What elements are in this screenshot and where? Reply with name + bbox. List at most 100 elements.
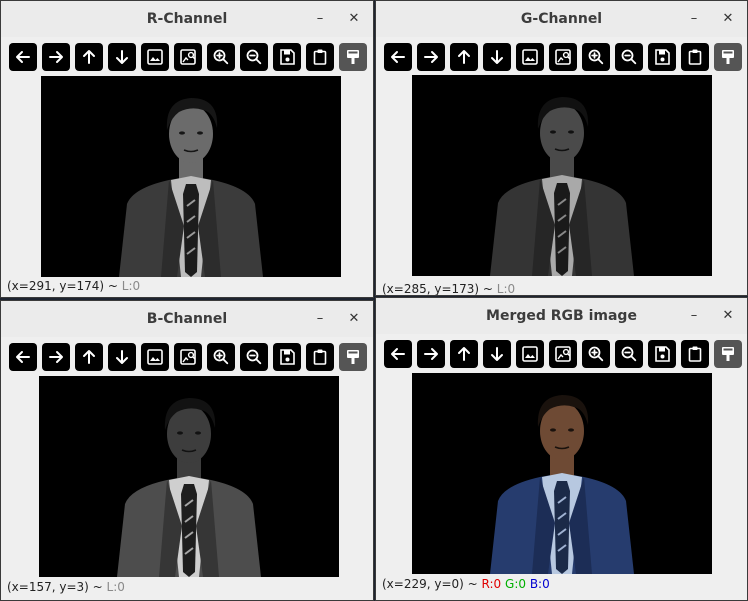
image-viewer[interactable]: [41, 76, 341, 277]
window-g-channel: G-Channel – ✕ (x=285, y=173) ~ L:0: [375, 0, 748, 296]
save-icon: [655, 49, 670, 65]
arrow-up-icon: [83, 350, 95, 364]
arrow-down-button[interactable]: [483, 43, 511, 71]
arrow-up-icon: [458, 347, 470, 361]
paint-brush-button[interactable]: [339, 43, 367, 71]
title-bar[interactable]: Merged RGB image – ✕: [376, 298, 747, 334]
arrow-right-icon: [49, 351, 63, 363]
arrow-left-button[interactable]: [9, 343, 37, 371]
image-viewer[interactable]: [39, 376, 339, 577]
close-button[interactable]: ✕: [717, 298, 739, 334]
image-viewer[interactable]: [412, 75, 712, 276]
save-icon: [280, 349, 295, 365]
zoom-in-icon: [213, 349, 229, 365]
portrait-image: [490, 395, 634, 574]
clipboard-button[interactable]: [681, 340, 709, 368]
zoom-out-button[interactable]: [240, 343, 268, 371]
image-button[interactable]: [141, 43, 169, 71]
save-button[interactable]: [648, 340, 676, 368]
zoom-out-icon: [246, 49, 262, 65]
image-search-button[interactable]: [174, 343, 202, 371]
arrow-right-icon: [424, 348, 438, 360]
arrow-down-button[interactable]: [483, 340, 511, 368]
save-icon: [655, 346, 670, 362]
arrow-up-button[interactable]: [450, 43, 478, 71]
image-search-button[interactable]: [549, 43, 577, 71]
zoom-in-button[interactable]: [582, 43, 610, 71]
status-bar: (x=229, y=0) ~ R:0 G:0 B:0: [382, 577, 550, 591]
arrow-right-button[interactable]: [417, 43, 445, 71]
arrow-up-button[interactable]: [75, 343, 103, 371]
save-button[interactable]: [648, 43, 676, 71]
image-search-button[interactable]: [174, 43, 202, 71]
image-icon: [522, 49, 538, 65]
arrow-down-button[interactable]: [108, 43, 136, 71]
clipboard-button[interactable]: [681, 43, 709, 71]
image-search-icon: [180, 49, 196, 65]
arrow-up-button[interactable]: [450, 340, 478, 368]
status-bar: (x=157, y=3) ~ L:0: [7, 580, 125, 594]
clipboard-icon: [688, 49, 702, 65]
close-button[interactable]: ✕: [343, 301, 365, 337]
portrait-image: [119, 98, 263, 277]
arrow-down-button[interactable]: [108, 343, 136, 371]
arrow-up-button[interactable]: [75, 43, 103, 71]
paint-brush-icon: [347, 50, 359, 64]
image-viewer[interactable]: [412, 373, 712, 574]
zoom-out-icon: [621, 49, 637, 65]
clipboard-icon: [688, 346, 702, 362]
status-bar: (x=285, y=173) ~ L:0: [382, 282, 516, 296]
minimize-button[interactable]: –: [683, 298, 705, 334]
clipboard-button[interactable]: [306, 343, 334, 371]
portrait-image: [117, 398, 261, 577]
image-button[interactable]: [516, 340, 544, 368]
arrow-right-button[interactable]: [417, 340, 445, 368]
arrow-left-button[interactable]: [384, 340, 412, 368]
zoom-in-button[interactable]: [207, 343, 235, 371]
zoom-out-button[interactable]: [615, 43, 643, 71]
arrow-right-button[interactable]: [42, 343, 70, 371]
pixel-value: L:0: [106, 580, 125, 594]
pixel-b-value: B:0: [529, 577, 550, 591]
title-bar[interactable]: B-Channel – ✕: [1, 301, 373, 337]
pixel-value: L:0: [496, 282, 516, 296]
status-bar: (x=291, y=174) ~ L:0: [7, 279, 140, 293]
window-merged-rgb: Merged RGB image – ✕ (x=229, y=0) ~ R:0 G:0…: [375, 297, 748, 601]
cursor-coordinates: (x=291, y=174) ~: [7, 279, 122, 293]
minimize-button[interactable]: –: [683, 1, 705, 37]
arrow-right-button[interactable]: [42, 43, 70, 71]
image-icon: [147, 49, 163, 65]
portrait-image: [490, 97, 634, 276]
zoom-in-button[interactable]: [582, 340, 610, 368]
title-bar[interactable]: R-Channel – ✕: [1, 1, 373, 37]
arrow-left-button[interactable]: [384, 43, 412, 71]
arrow-left-icon: [16, 351, 30, 363]
minimize-button[interactable]: –: [309, 301, 331, 337]
zoom-out-icon: [246, 349, 262, 365]
arrow-left-button[interactable]: [9, 43, 37, 71]
image-button[interactable]: [516, 43, 544, 71]
save-button[interactable]: [273, 343, 301, 371]
pixel-value: L:0: [121, 279, 141, 293]
close-button[interactable]: ✕: [717, 1, 739, 37]
title-bar[interactable]: G-Channel – ✕: [376, 1, 747, 37]
zoom-out-button[interactable]: [240, 43, 268, 71]
close-button[interactable]: ✕: [343, 1, 365, 37]
minimize-button[interactable]: –: [309, 1, 331, 37]
save-button[interactable]: [273, 43, 301, 71]
arrow-up-icon: [83, 50, 95, 64]
toolbar: [9, 43, 367, 71]
image-search-button[interactable]: [549, 340, 577, 368]
image-icon: [147, 349, 163, 365]
zoom-in-button[interactable]: [207, 43, 235, 71]
zoom-out-button[interactable]: [615, 340, 643, 368]
paint-brush-icon: [722, 347, 734, 361]
paint-brush-button[interactable]: [714, 340, 742, 368]
paint-brush-button[interactable]: [339, 343, 367, 371]
pixel-g-value: G:0: [505, 577, 526, 591]
image-button[interactable]: [141, 343, 169, 371]
arrow-right-icon: [49, 51, 63, 63]
arrow-left-icon: [391, 348, 405, 360]
paint-brush-button[interactable]: [714, 43, 742, 71]
clipboard-button[interactable]: [306, 43, 334, 71]
